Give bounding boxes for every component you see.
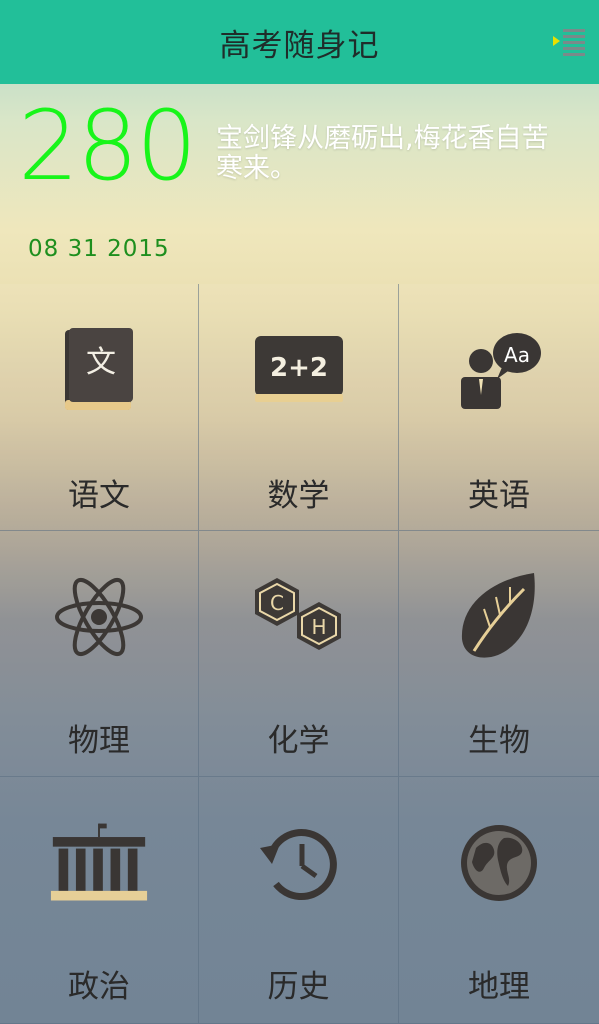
svg-text:Aa: Aa — [504, 343, 530, 367]
subject-tile-math[interactable]: 2+2 数学 — [199, 284, 399, 531]
subject-label: 历史 — [267, 969, 330, 1005]
atom-icon — [55, 577, 143, 657]
subject-label: 地理 — [468, 969, 530, 1005]
subject-label: 英语 — [468, 478, 530, 514]
chemistry-hexagon-icon: C H — [254, 578, 341, 650]
countdown-panel: 280 08 31 2015 宝剑锋从磨砺出,梅花香自苦寒来。 — [0, 84, 599, 284]
subject-label: 语文 — [68, 478, 130, 514]
days-countdown: 280 — [18, 90, 197, 202]
svg-text:C: C — [270, 591, 284, 615]
subject-label: 生物 — [468, 723, 530, 759]
subject-label: 数学 — [267, 478, 330, 514]
subject-label: 政治 — [68, 969, 130, 1005]
math-chalkboard-icon: 2+2 — [254, 336, 343, 402]
app-title: 高考随身记 — [219, 27, 380, 64]
subject-tile-english[interactable]: Aa 英语 — [399, 284, 599, 531]
subject-tile-history[interactable]: 历史 — [199, 777, 399, 1024]
menu-list-icon — [553, 29, 585, 56]
subject-tile-chinese[interactable]: 文 语文 — [0, 284, 199, 531]
subject-tile-physics[interactable]: 物理 — [0, 531, 199, 777]
globe-icon — [461, 825, 537, 901]
chinese-book-icon: 文 — [65, 328, 133, 410]
motto-quote: 宝剑锋从磨砺出,梅花香自苦寒来。 — [216, 123, 549, 184]
subject-tile-chemistry[interactable]: C H 化学 — [199, 531, 399, 777]
subject-tile-biology[interactable]: 生物 — [399, 531, 599, 777]
subject-label: 物理 — [68, 723, 130, 759]
svg-text:H: H — [311, 615, 326, 639]
app-header: 高考随身记 — [0, 0, 599, 84]
subject-tile-geography[interactable]: 地理 — [399, 777, 599, 1024]
exam-date: 08 31 2015 — [28, 236, 170, 262]
government-building-icon — [50, 823, 148, 901]
english-speaker-icon: Aa — [461, 333, 541, 409]
menu-button[interactable] — [553, 26, 585, 58]
subject-grid: 文 语文 2+2 数学 Aa 英语 物理 C H 化学 生物 政治 历史 地理 — [0, 284, 599, 1024]
svg-text:文: 文 — [86, 345, 116, 380]
svg-text:2+2: 2+2 — [270, 353, 328, 383]
subject-label: 化学 — [267, 723, 330, 759]
subject-tile-politics[interactable]: 政治 — [0, 777, 199, 1024]
leaf-icon — [461, 573, 535, 658]
history-clock-icon — [259, 829, 337, 900]
